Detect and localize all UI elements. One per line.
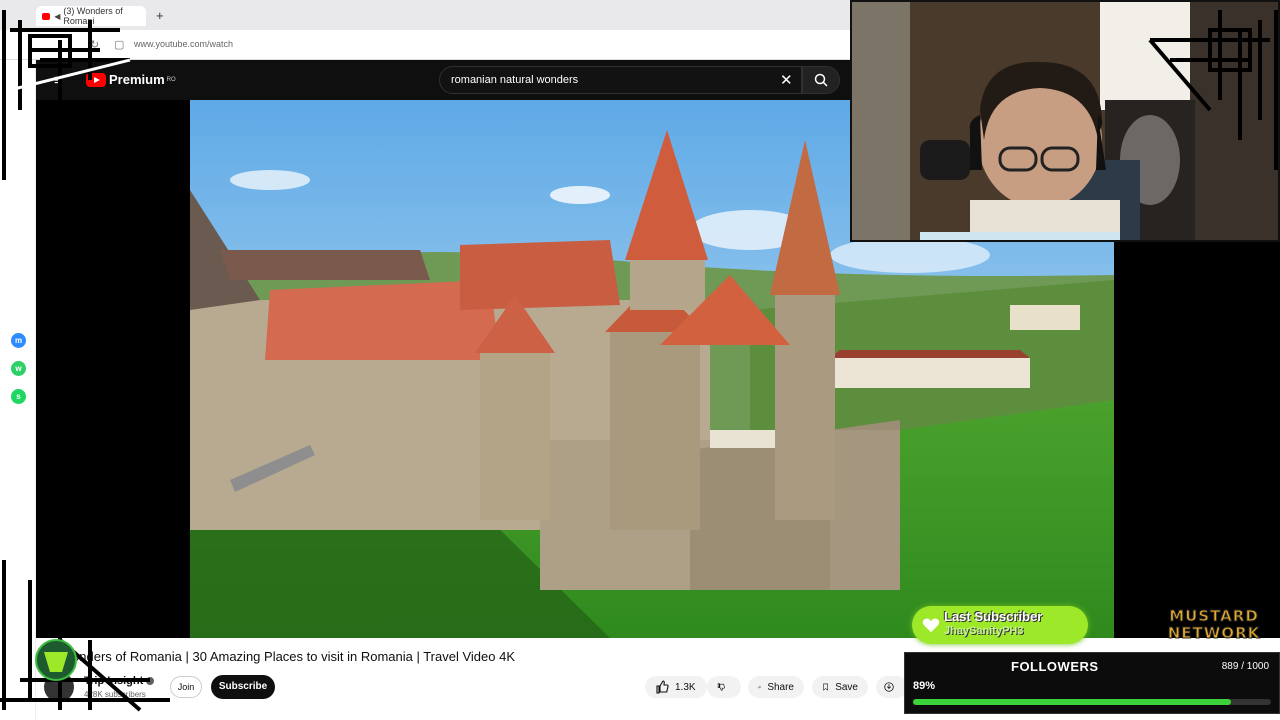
last-subscriber-badge: Last Subscriber JhaySanityPH3 [912,606,1088,644]
like-count: 1.3K [675,681,696,693]
like-icon [656,680,669,694]
search-icon [814,73,828,87]
search-button[interactable] [802,66,840,94]
logo-region: RO [166,76,176,83]
youtube-favicon-icon [42,12,51,20]
save-label: Save [835,681,858,693]
last-subscriber-title: Last Subscriber [944,609,1043,624]
subscribe-button[interactable]: Subscribe [211,675,275,699]
save-button[interactable]: Save [812,676,868,698]
youtube-logo[interactable]: Premium RO [86,72,176,87]
brand-line-1: MUSTARD [1169,607,1259,625]
followers-goal-widget: FOLLOWERS 889 / 1000 89% [904,652,1280,714]
channel-name[interactable]: Trip Insight [84,675,155,687]
channel-name-text[interactable]: Trip Insight [84,675,143,687]
browser-tabbar: ◀ (3) Wonders of Romani + [0,0,850,30]
lock-icon[interactable]: ▢ [114,38,124,51]
logo-text: Premium [109,72,165,87]
browser-sidebar: m w s [0,60,36,720]
url-field[interactable]: www.youtube.com/watch [134,39,233,49]
join-button[interactable]: Join [170,676,202,698]
brand-logo: MUSTARD NETWORK [1155,607,1273,643]
followers-count: 889 / 1000 [1221,661,1269,672]
share-label: Share [767,681,794,693]
webcam-overlay [850,0,1280,242]
streamer-webcam-image [850,0,1280,242]
save-icon [823,683,828,691]
avatar[interactable] [44,672,74,702]
address-bar: ↻ ▢ www.youtube.com/watch [0,30,850,60]
heart-icon [922,618,940,633]
last-subscriber-name: JhaySanityPH3 [944,625,1024,637]
dislike-button[interactable] [707,676,741,698]
share-icon [758,685,762,689]
whatsapp-icon[interactable]: w [11,361,26,376]
close-icon[interactable]: ✕ [780,71,793,89]
messenger-icon[interactable]: m [11,333,26,348]
youtube-play-icon [86,72,106,87]
subscriber-count: 428K subscribers [84,690,146,699]
search-input[interactable]: romanian natural wonders [439,66,802,94]
followers-progress-track [913,699,1271,705]
menu-icon[interactable]: ≡ [54,72,63,89]
browser-tab[interactable]: ◀ (3) Wonders of Romani [36,6,146,26]
youtube-header: ≡ Premium RO romanian natural wonders ✕ [36,60,850,100]
share-button[interactable]: Share [748,676,804,698]
new-tab-button[interactable]: + [156,8,164,23]
followers-label: FOLLOWERS [1011,659,1099,674]
spotify-icon[interactable]: s [11,389,26,404]
video-title: Wonders of Romania | 30 Amazing Places t… [60,649,515,664]
tab-title: (3) Wonders of Romani [63,6,123,26]
verified-icon [146,677,155,686]
dislike-icon [717,683,725,691]
brand-line-2: NETWORK [1167,624,1261,642]
speaker-icon[interactable]: ◀ [54,12,60,21]
screen: ◀ (3) Wonders of Romani + ↻ ▢ www.youtub… [0,0,1280,720]
followers-progress-fill [913,699,1232,705]
reload-icon[interactable]: ↻ [90,38,99,51]
like-button[interactable]: 1.3K [645,676,707,698]
download-icon [884,682,894,692]
followers-percent: 89% [913,680,936,692]
